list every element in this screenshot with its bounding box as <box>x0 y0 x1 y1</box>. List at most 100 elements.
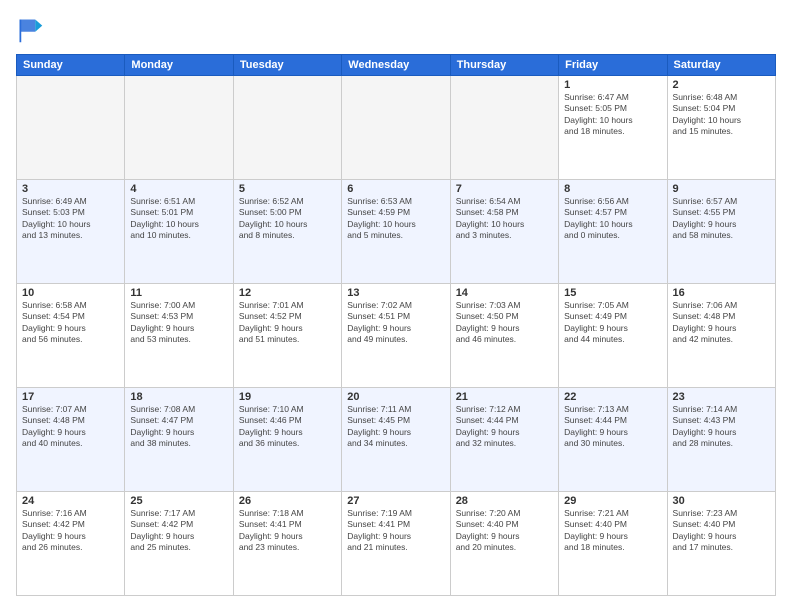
day-info: Sunrise: 6:53 AM Sunset: 4:59 PM Dayligh… <box>347 196 444 242</box>
day-info: Sunrise: 7:13 AM Sunset: 4:44 PM Dayligh… <box>564 404 661 450</box>
day-number: 22 <box>564 391 661 403</box>
day-cell: 6Sunrise: 6:53 AM Sunset: 4:59 PM Daylig… <box>342 180 450 284</box>
day-info: Sunrise: 7:20 AM Sunset: 4:40 PM Dayligh… <box>456 508 553 554</box>
day-cell: 2Sunrise: 6:48 AM Sunset: 5:04 PM Daylig… <box>667 76 775 180</box>
day-number: 12 <box>239 287 336 299</box>
day-number: 5 <box>239 183 336 195</box>
weekday-header-tuesday: Tuesday <box>233 55 341 76</box>
day-cell: 3Sunrise: 6:49 AM Sunset: 5:03 PM Daylig… <box>17 180 125 284</box>
day-number: 11 <box>130 287 227 299</box>
day-number: 13 <box>347 287 444 299</box>
day-number: 29 <box>564 495 661 507</box>
day-number: 28 <box>456 495 553 507</box>
day-cell: 24Sunrise: 7:16 AM Sunset: 4:42 PM Dayli… <box>17 492 125 596</box>
day-info: Sunrise: 7:19 AM Sunset: 4:41 PM Dayligh… <box>347 508 444 554</box>
day-info: Sunrise: 6:57 AM Sunset: 4:55 PM Dayligh… <box>673 196 770 242</box>
day-info: Sunrise: 7:12 AM Sunset: 4:44 PM Dayligh… <box>456 404 553 450</box>
logo <box>16 16 48 44</box>
day-info: Sunrise: 7:03 AM Sunset: 4:50 PM Dayligh… <box>456 300 553 346</box>
day-number: 3 <box>22 183 119 195</box>
day-cell: 25Sunrise: 7:17 AM Sunset: 4:42 PM Dayli… <box>125 492 233 596</box>
day-info: Sunrise: 6:58 AM Sunset: 4:54 PM Dayligh… <box>22 300 119 346</box>
day-number: 18 <box>130 391 227 403</box>
day-number: 23 <box>673 391 770 403</box>
day-info: Sunrise: 7:21 AM Sunset: 4:40 PM Dayligh… <box>564 508 661 554</box>
day-cell: 26Sunrise: 7:18 AM Sunset: 4:41 PM Dayli… <box>233 492 341 596</box>
day-cell: 12Sunrise: 7:01 AM Sunset: 4:52 PM Dayli… <box>233 284 341 388</box>
day-cell: 19Sunrise: 7:10 AM Sunset: 4:46 PM Dayli… <box>233 388 341 492</box>
day-cell: 23Sunrise: 7:14 AM Sunset: 4:43 PM Dayli… <box>667 388 775 492</box>
day-info: Sunrise: 7:11 AM Sunset: 4:45 PM Dayligh… <box>347 404 444 450</box>
week-row-3: 10Sunrise: 6:58 AM Sunset: 4:54 PM Dayli… <box>17 284 776 388</box>
header <box>16 16 776 44</box>
day-cell <box>450 76 558 180</box>
day-cell <box>342 76 450 180</box>
page: SundayMondayTuesdayWednesdayThursdayFrid… <box>0 0 792 612</box>
day-info: Sunrise: 7:16 AM Sunset: 4:42 PM Dayligh… <box>22 508 119 554</box>
day-info: Sunrise: 6:47 AM Sunset: 5:05 PM Dayligh… <box>564 92 661 138</box>
day-cell: 17Sunrise: 7:07 AM Sunset: 4:48 PM Dayli… <box>17 388 125 492</box>
day-cell: 9Sunrise: 6:57 AM Sunset: 4:55 PM Daylig… <box>667 180 775 284</box>
day-cell: 15Sunrise: 7:05 AM Sunset: 4:49 PM Dayli… <box>559 284 667 388</box>
day-cell: 29Sunrise: 7:21 AM Sunset: 4:40 PM Dayli… <box>559 492 667 596</box>
day-info: Sunrise: 6:49 AM Sunset: 5:03 PM Dayligh… <box>22 196 119 242</box>
calendar: SundayMondayTuesdayWednesdayThursdayFrid… <box>16 54 776 596</box>
week-row-1: 1Sunrise: 6:47 AM Sunset: 5:05 PM Daylig… <box>17 76 776 180</box>
weekday-header-wednesday: Wednesday <box>342 55 450 76</box>
day-info: Sunrise: 7:01 AM Sunset: 4:52 PM Dayligh… <box>239 300 336 346</box>
day-number: 10 <box>22 287 119 299</box>
day-number: 17 <box>22 391 119 403</box>
day-cell: 13Sunrise: 7:02 AM Sunset: 4:51 PM Dayli… <box>342 284 450 388</box>
day-cell: 1Sunrise: 6:47 AM Sunset: 5:05 PM Daylig… <box>559 76 667 180</box>
weekday-header-thursday: Thursday <box>450 55 558 76</box>
day-number: 26 <box>239 495 336 507</box>
day-number: 19 <box>239 391 336 403</box>
day-info: Sunrise: 6:54 AM Sunset: 4:58 PM Dayligh… <box>456 196 553 242</box>
day-cell: 21Sunrise: 7:12 AM Sunset: 4:44 PM Dayli… <box>450 388 558 492</box>
day-info: Sunrise: 7:17 AM Sunset: 4:42 PM Dayligh… <box>130 508 227 554</box>
day-info: Sunrise: 7:07 AM Sunset: 4:48 PM Dayligh… <box>22 404 119 450</box>
day-info: Sunrise: 7:14 AM Sunset: 4:43 PM Dayligh… <box>673 404 770 450</box>
week-row-4: 17Sunrise: 7:07 AM Sunset: 4:48 PM Dayli… <box>17 388 776 492</box>
day-number: 7 <box>456 183 553 195</box>
day-number: 9 <box>673 183 770 195</box>
day-number: 4 <box>130 183 227 195</box>
day-number: 15 <box>564 287 661 299</box>
day-info: Sunrise: 6:52 AM Sunset: 5:00 PM Dayligh… <box>239 196 336 242</box>
day-cell: 7Sunrise: 6:54 AM Sunset: 4:58 PM Daylig… <box>450 180 558 284</box>
day-info: Sunrise: 7:18 AM Sunset: 4:41 PM Dayligh… <box>239 508 336 554</box>
day-info: Sunrise: 6:56 AM Sunset: 4:57 PM Dayligh… <box>564 196 661 242</box>
day-cell: 11Sunrise: 7:00 AM Sunset: 4:53 PM Dayli… <box>125 284 233 388</box>
day-info: Sunrise: 6:51 AM Sunset: 5:01 PM Dayligh… <box>130 196 227 242</box>
day-info: Sunrise: 7:10 AM Sunset: 4:46 PM Dayligh… <box>239 404 336 450</box>
day-cell: 8Sunrise: 6:56 AM Sunset: 4:57 PM Daylig… <box>559 180 667 284</box>
weekday-header-row: SundayMondayTuesdayWednesdayThursdayFrid… <box>17 55 776 76</box>
weekday-header-monday: Monday <box>125 55 233 76</box>
day-cell <box>125 76 233 180</box>
weekday-header-sunday: Sunday <box>17 55 125 76</box>
day-number: 20 <box>347 391 444 403</box>
logo-icon <box>16 16 44 44</box>
day-number: 2 <box>673 79 770 91</box>
day-cell: 22Sunrise: 7:13 AM Sunset: 4:44 PM Dayli… <box>559 388 667 492</box>
day-info: Sunrise: 7:06 AM Sunset: 4:48 PM Dayligh… <box>673 300 770 346</box>
weekday-header-friday: Friday <box>559 55 667 76</box>
day-info: Sunrise: 7:05 AM Sunset: 4:49 PM Dayligh… <box>564 300 661 346</box>
week-row-5: 24Sunrise: 7:16 AM Sunset: 4:42 PM Dayli… <box>17 492 776 596</box>
day-cell <box>17 76 125 180</box>
day-number: 1 <box>564 79 661 91</box>
day-cell: 10Sunrise: 6:58 AM Sunset: 4:54 PM Dayli… <box>17 284 125 388</box>
day-number: 21 <box>456 391 553 403</box>
day-info: Sunrise: 7:23 AM Sunset: 4:40 PM Dayligh… <box>673 508 770 554</box>
day-cell: 14Sunrise: 7:03 AM Sunset: 4:50 PM Dayli… <box>450 284 558 388</box>
day-number: 14 <box>456 287 553 299</box>
day-info: Sunrise: 7:02 AM Sunset: 4:51 PM Dayligh… <box>347 300 444 346</box>
day-number: 16 <box>673 287 770 299</box>
weekday-header-saturday: Saturday <box>667 55 775 76</box>
day-cell: 28Sunrise: 7:20 AM Sunset: 4:40 PM Dayli… <box>450 492 558 596</box>
day-number: 6 <box>347 183 444 195</box>
day-info: Sunrise: 7:08 AM Sunset: 4:47 PM Dayligh… <box>130 404 227 450</box>
day-cell: 18Sunrise: 7:08 AM Sunset: 4:47 PM Dayli… <box>125 388 233 492</box>
day-number: 8 <box>564 183 661 195</box>
day-cell: 4Sunrise: 6:51 AM Sunset: 5:01 PM Daylig… <box>125 180 233 284</box>
